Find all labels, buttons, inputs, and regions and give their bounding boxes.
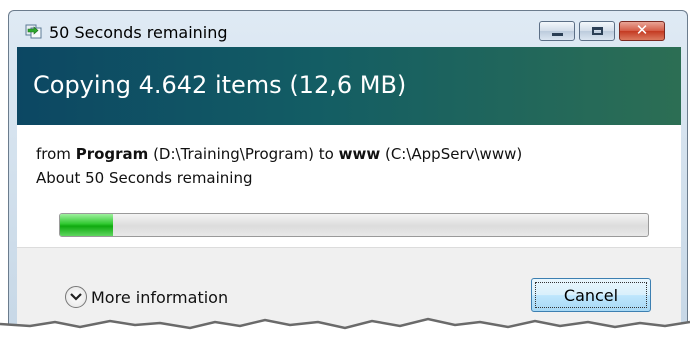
copy-header-banner: Copying 4.642 items (12,6 MB) [17,47,681,125]
time-remaining-text: About 50 Seconds remaining [36,169,253,187]
source-destination-line: from Program (D:\Training\Program) to ww… [36,145,522,163]
close-icon: ✕ [635,21,649,39]
more-information-label: More information [91,288,229,307]
source-folder-name[interactable]: Program [76,145,149,163]
copy-dialog-window: 50 Seconds remaining ✕ Copying 4.642 ite… [8,10,688,338]
copy-files-icon [25,24,42,39]
maximize-button[interactable] [579,21,615,41]
destination-folder-path: (C:\AppServ\www) [384,145,523,163]
chevron-down-icon [65,286,87,308]
copy-progress-bar [59,213,649,237]
copy-summary-title: Copying 4.642 items (12,6 MB) [33,71,407,99]
minimize-button[interactable] [539,21,575,41]
title-bar[interactable]: 50 Seconds remaining ✕ [9,11,687,47]
destination-folder-name[interactable]: www [339,145,381,163]
minimize-icon [552,33,563,36]
cancel-button-label: Cancel [563,285,619,305]
maximize-icon [592,27,603,35]
torn-paper-edge [0,317,690,338]
window-title: 50 Seconds remaining [49,23,228,42]
source-folder-path: (D:\Training\Program) [153,145,314,163]
from-label: from [36,145,71,163]
cancel-button[interactable]: Cancel [531,278,651,312]
progress-fill [60,214,113,236]
to-label: to [318,145,334,163]
copy-details-panel: from Program (D:\Training\Program) to ww… [17,125,681,247]
close-button[interactable]: ✕ [619,21,665,41]
